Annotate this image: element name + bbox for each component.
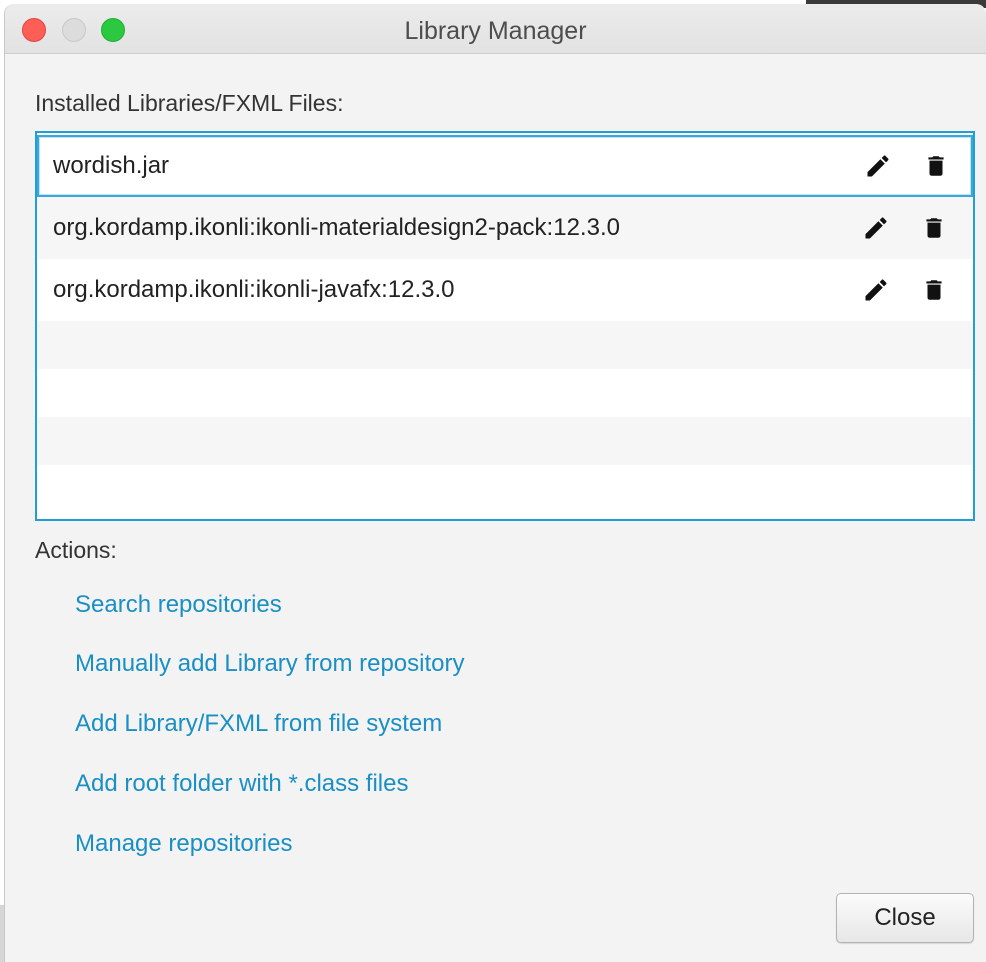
search-repositories-link[interactable]: Search repositories	[75, 591, 282, 619]
empty-list-row	[37, 417, 973, 465]
list-item-label: wordish.jar	[53, 152, 170, 179]
list-item-label: org.kordamp.ikonli:ikonli-javafx:12.3.0	[53, 276, 455, 303]
installed-libraries-label: Installed Libraries/FXML Files:	[35, 90, 344, 116]
installed-libraries-list[interactable]: wordish.jar org.kordamp.ikonli:ikonli-ma…	[35, 131, 975, 521]
list-item-wordish-jar[interactable]: wordish.jar	[37, 135, 973, 197]
pencil-icon[interactable]	[861, 149, 895, 183]
window-title: Library Manager	[404, 17, 587, 45]
trash-icon[interactable]	[917, 211, 951, 245]
empty-list-row	[37, 465, 973, 513]
manage-repositories-link[interactable]: Manage repositories	[75, 830, 292, 858]
empty-list-row	[37, 369, 973, 417]
list-item-label: org.kordamp.ikonli:ikonli-materialdesign…	[53, 214, 620, 241]
title-bar[interactable]: Library Manager	[5, 4, 986, 54]
library-manager-window: Library Manager Installed Libraries/FXML…	[4, 4, 986, 962]
actions-label: Actions:	[35, 537, 117, 563]
pencil-icon[interactable]	[859, 211, 893, 245]
close-button[interactable]: Close	[836, 893, 974, 943]
list-item-ikonli-materialdesign2-pack[interactable]: org.kordamp.ikonli:ikonli-materialdesign…	[37, 197, 973, 259]
add-library-from-file-system-link[interactable]: Add Library/FXML from file system	[75, 710, 442, 738]
pencil-icon[interactable]	[859, 273, 893, 307]
list-item-ikonli-javafx[interactable]: org.kordamp.ikonli:ikonli-javafx:12.3.0	[37, 259, 973, 321]
trash-icon[interactable]	[917, 273, 951, 307]
add-root-folder-link[interactable]: Add root folder with *.class files	[75, 770, 408, 798]
manually-add-library-link[interactable]: Manually add Library from repository	[75, 650, 465, 678]
empty-list-row	[37, 321, 973, 369]
trash-icon[interactable]	[919, 149, 953, 183]
